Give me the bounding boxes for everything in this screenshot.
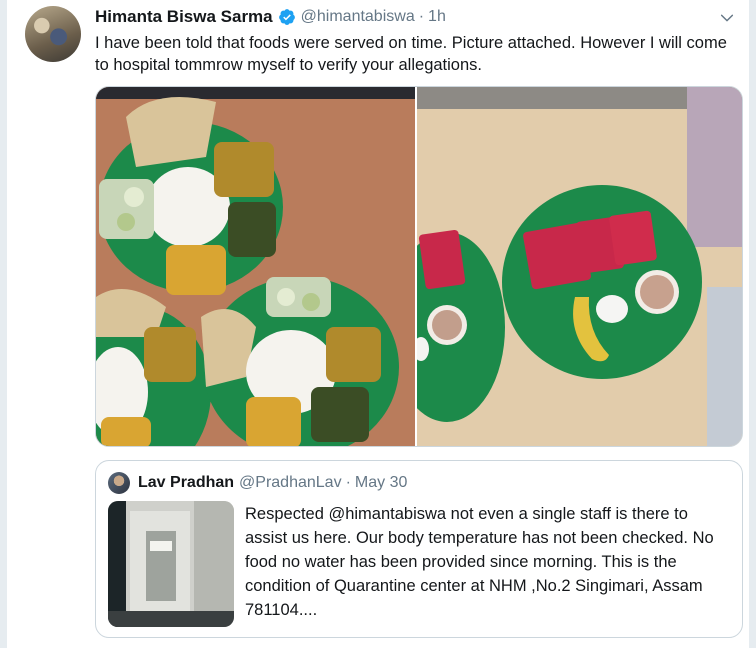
quoted-tweet-timestamp: May 30 — [354, 474, 408, 491]
header-separator: · — [418, 8, 425, 25]
chevron-down-icon[interactable] — [719, 10, 735, 26]
media-grid — [95, 86, 743, 447]
author-handle[interactable]: @himantabiswa — [301, 8, 415, 26]
quoted-tweet-text: Respected @himantabiswa not even a singl… — [245, 505, 714, 619]
quoted-header-separator: · — [345, 474, 351, 491]
breakfast-plates-photo[interactable] — [417, 87, 742, 446]
quarantine-center-illustration — [108, 501, 234, 627]
tweet-text: I have been told that foods were served … — [95, 34, 727, 74]
quoted-author-name: Lav Pradhan — [138, 474, 235, 491]
food-plates-photo[interactable] — [96, 87, 416, 446]
author-name[interactable]: Himanta Biswa Sarma — [95, 7, 273, 27]
breakfast-plates-illustration — [417, 87, 742, 446]
quarantine-center-photo — [108, 501, 234, 627]
tweet-timestamp[interactable]: 1h — [428, 8, 446, 26]
quoted-tweet-header: Lav Pradhan @PradhanLav · May 30 — [138, 472, 407, 494]
verified-badge-icon — [278, 9, 295, 25]
food-plates-illustration — [96, 87, 416, 446]
tweet-header: Himanta Biswa Sarma @himantabiswa · 1h — [95, 6, 446, 28]
tweet-card[interactable]: Himanta Biswa Sarma @himantabiswa · 1h I… — [6, 0, 750, 648]
quoted-tweet[interactable]: Lav Pradhan @PradhanLav · May 30 Respect… — [95, 460, 743, 638]
quoted-author-handle: @PradhanLav — [239, 474, 342, 491]
author-avatar[interactable] — [25, 6, 81, 62]
quoted-author-avatar — [108, 472, 130, 494]
